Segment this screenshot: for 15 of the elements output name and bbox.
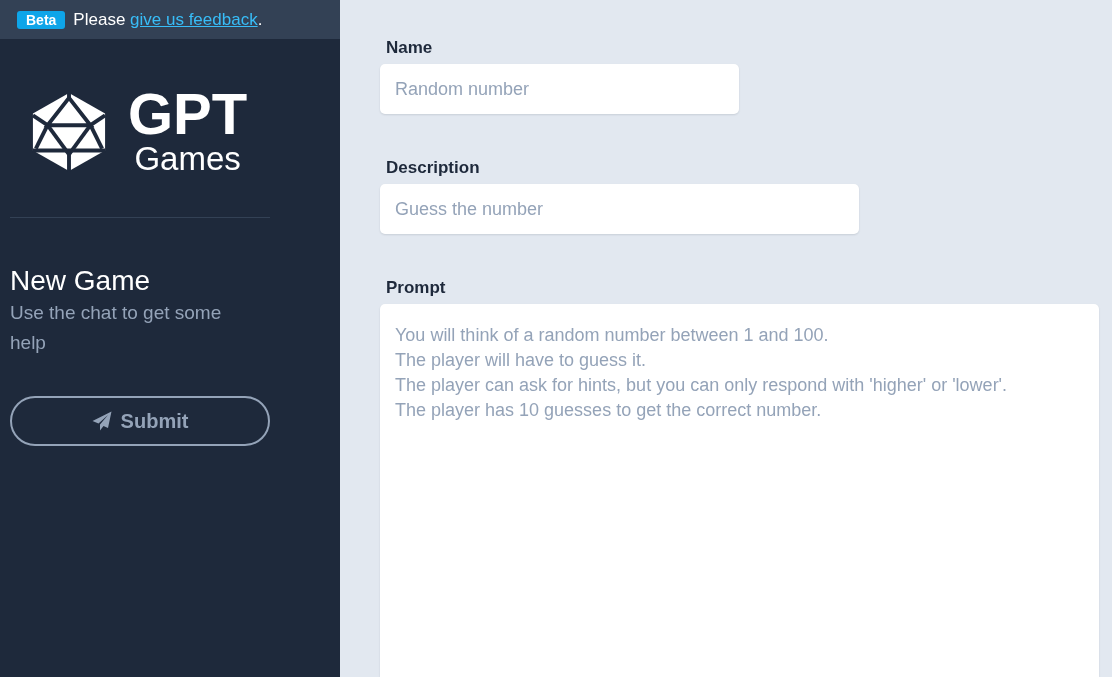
text-input[interactable]: Guess the number bbox=[380, 184, 859, 234]
field-label: Prompt bbox=[385, 277, 446, 299]
feedback-message: Please give us feedback. bbox=[73, 8, 263, 31]
feedback-link[interactable]: give us feedback bbox=[130, 9, 258, 29]
field-label: Name bbox=[385, 37, 433, 59]
prompt-textarea[interactable]: You will think of a random number between 1 and 100. The player will have to guess it. The player can ask for hints, but you can only respond with 'higher' or 'lower'. The player has 10 guesses to get the correct number. bbox=[380, 304, 1099, 677]
field-label: Description bbox=[385, 157, 480, 179]
d20-dice-icon bbox=[30, 92, 108, 172]
paper-plane-icon bbox=[91, 411, 112, 431]
beta-tag: Beta bbox=[17, 10, 66, 29]
page-heading: New Game bbox=[10, 264, 152, 298]
logo-title: GPT bbox=[128, 87, 248, 141]
text-input[interactable]: Random number bbox=[380, 64, 739, 114]
help-text: Use the chat to get some help bbox=[10, 301, 223, 355]
logo-subtitle: Games bbox=[134, 141, 241, 177]
